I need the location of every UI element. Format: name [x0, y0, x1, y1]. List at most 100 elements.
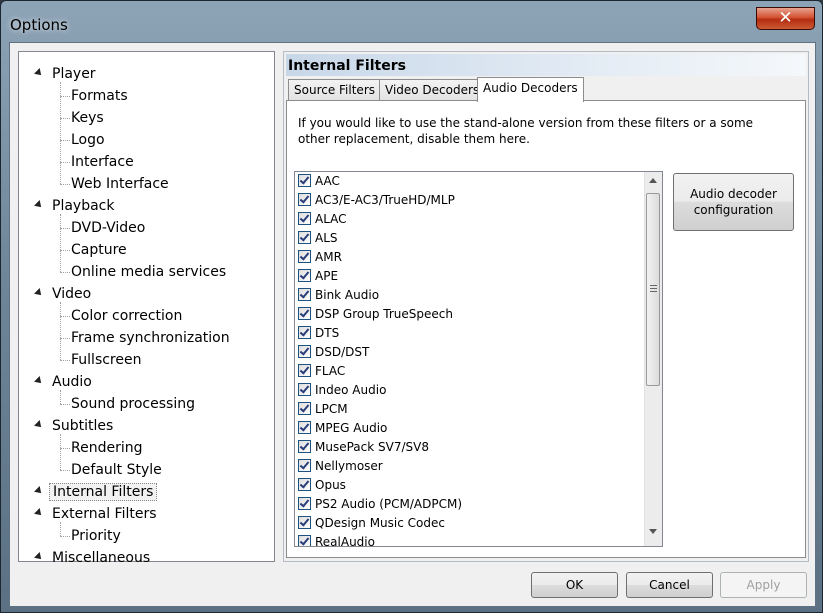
- checkbox[interactable]: [298, 516, 311, 529]
- decoder-list-item[interactable]: MPEG Audio: [298, 419, 387, 438]
- tab-audio-decoders[interactable]: Audio Decoders: [477, 77, 584, 102]
- checkbox[interactable]: [298, 193, 311, 206]
- checkbox[interactable]: [298, 288, 311, 301]
- checkbox[interactable]: [298, 478, 311, 491]
- tree-item-player[interactable]: Player: [52, 64, 96, 84]
- tree-item-fullscreen[interactable]: Fullscreen: [71, 350, 141, 370]
- expanded-arrow-icon[interactable]: [34, 552, 44, 562]
- tree-item-logo[interactable]: Logo: [71, 130, 105, 150]
- settings-panel: Internal Filters Source Filters Video De…: [283, 51, 809, 562]
- checkbox[interactable]: [298, 307, 311, 320]
- expanded-arrow-icon[interactable]: [34, 200, 44, 210]
- tree-item-label: External Filters: [52, 506, 157, 522]
- ok-button[interactable]: OK: [531, 572, 618, 598]
- tree-item-label: Audio: [52, 374, 92, 390]
- expanded-arrow-icon[interactable]: [34, 288, 44, 298]
- apply-button[interactable]: Apply: [720, 572, 807, 598]
- checkbox[interactable]: [298, 174, 311, 187]
- scroll-thumb[interactable]: [646, 193, 660, 386]
- tree-item-default-style[interactable]: Default Style: [71, 460, 162, 480]
- checkbox[interactable]: [298, 250, 311, 263]
- expanded-arrow-icon[interactable]: [34, 420, 44, 430]
- tree-item-online-media-services[interactable]: Online media services: [71, 262, 226, 282]
- expanded-arrow-icon[interactable]: [34, 68, 44, 78]
- checkbox[interactable]: [298, 535, 311, 546]
- decoder-list-item[interactable]: Nellymoser: [298, 457, 383, 476]
- cancel-button[interactable]: Cancel: [626, 572, 713, 598]
- vertical-scrollbar[interactable]: [644, 172, 662, 546]
- checkbox[interactable]: [298, 345, 311, 358]
- decoder-list-item[interactable]: Bink Audio: [298, 286, 379, 305]
- decoder-label: MusePack SV7/SV8: [315, 440, 429, 454]
- decoder-list-item[interactable]: RealAudio: [298, 533, 375, 546]
- decoder-list-item[interactable]: APE: [298, 267, 338, 286]
- tab-video-decoders[interactable]: Video Decoders: [379, 79, 486, 100]
- checkbox[interactable]: [298, 212, 311, 225]
- decoder-list-item[interactable]: Opus: [298, 476, 346, 495]
- checkbox[interactable]: [298, 269, 311, 282]
- decoder-list-item[interactable]: MusePack SV7/SV8: [298, 438, 429, 457]
- decoder-list-item[interactable]: AMR: [298, 248, 342, 267]
- decoder-label: DSD/DST: [315, 345, 370, 359]
- checkbox[interactable]: [298, 440, 311, 453]
- decoder-list-item[interactable]: DSP Group TrueSpeech: [298, 305, 453, 324]
- tree-item-miscellaneous[interactable]: Miscellaneous: [52, 548, 150, 568]
- tree-item-color-correction[interactable]: Color correction: [71, 306, 182, 326]
- tree-item-label: Priority: [71, 528, 121, 544]
- decoder-list-item[interactable]: QDesign Music Codec: [298, 514, 445, 533]
- checkbox[interactable]: [298, 421, 311, 434]
- tree-item-rendering[interactable]: Rendering: [71, 438, 143, 458]
- scroll-down-icon[interactable]: [649, 529, 657, 534]
- expanded-arrow-icon[interactable]: [34, 486, 44, 496]
- checkbox[interactable]: [298, 326, 311, 339]
- tree-item-label: Frame synchronization: [71, 330, 230, 346]
- expanded-arrow-icon[interactable]: [34, 376, 44, 386]
- decoder-list-item[interactable]: ALS: [298, 229, 338, 248]
- decoder-label: APE: [315, 269, 339, 283]
- tree-item-sound-processing[interactable]: Sound processing: [71, 394, 195, 414]
- tree-item-subtitles[interactable]: Subtitles: [52, 416, 113, 436]
- decoder-list-item[interactable]: FLAC: [298, 362, 345, 381]
- decoder-list-item[interactable]: ALAC: [298, 210, 347, 229]
- tree-connector: [60, 470, 70, 471]
- tree-item-dvd-video[interactable]: DVD-Video: [71, 218, 145, 238]
- close-button[interactable]: ✕: [756, 7, 815, 30]
- audio-decoder-list[interactable]: RealAudio QDesign Music Codec PS2 Audio (P…: [294, 171, 663, 547]
- checkbox[interactable]: [298, 231, 311, 244]
- decoder-list-item[interactable]: AC3/E-AC3/TrueHD/MLP: [298, 191, 455, 210]
- decoder-label: Opus: [315, 478, 346, 492]
- decoder-list-item[interactable]: PS2 Audio (PCM/ADPCM): [298, 495, 462, 514]
- tree-item-keys[interactable]: Keys: [71, 108, 104, 128]
- tree-item-label: DVD-Video: [71, 220, 146, 236]
- tree-item-web-interface[interactable]: Web Interface: [71, 174, 169, 194]
- decoder-list-item[interactable]: LPCM: [298, 400, 348, 419]
- scroll-up-icon[interactable]: [649, 178, 657, 183]
- tree-item-formats[interactable]: Formats: [71, 86, 128, 106]
- decoder-list-item[interactable]: DTS: [298, 324, 339, 343]
- checkbox[interactable]: [298, 402, 311, 415]
- checkbox[interactable]: [298, 459, 311, 472]
- options-tree[interactable]: Player Formats Keys Logo Interface Web Interf…: [18, 51, 275, 566]
- title-bar[interactable]: Options ✕: [1, 1, 822, 43]
- expanded-arrow-icon[interactable]: [34, 508, 44, 518]
- checkbox[interactable]: [298, 364, 311, 377]
- tree-item-label: Formats: [71, 88, 128, 104]
- tree-item-internal-filters[interactable]: Internal Filters: [49, 482, 158, 502]
- decoder-list-item[interactable]: AAC: [298, 172, 340, 191]
- decoder-list-item[interactable]: DSD/DST: [298, 343, 369, 362]
- tree-item-audio[interactable]: Audio: [52, 372, 92, 392]
- tree-connector: [60, 250, 70, 251]
- tree-item-frame-synchronization[interactable]: Frame synchronization: [71, 328, 230, 348]
- tree-item-playback[interactable]: Playback: [52, 196, 114, 216]
- checkbox[interactable]: [298, 383, 311, 396]
- tab-source-filters[interactable]: Source Filters: [288, 79, 381, 100]
- checkbox[interactable]: [298, 497, 311, 510]
- audio-decoder-config-button[interactable]: Audio decoder configuration: [673, 173, 794, 231]
- tree-item-video[interactable]: Video: [52, 284, 91, 304]
- decoder-list-item[interactable]: Indeo Audio: [298, 381, 386, 400]
- tree-item-interface[interactable]: Interface: [71, 152, 134, 172]
- tree-item-external-filters[interactable]: External Filters: [52, 504, 157, 524]
- tree-connector: [60, 390, 61, 404]
- tree-item-capture[interactable]: Capture: [71, 240, 127, 260]
- tree-item-priority[interactable]: Priority: [71, 526, 121, 546]
